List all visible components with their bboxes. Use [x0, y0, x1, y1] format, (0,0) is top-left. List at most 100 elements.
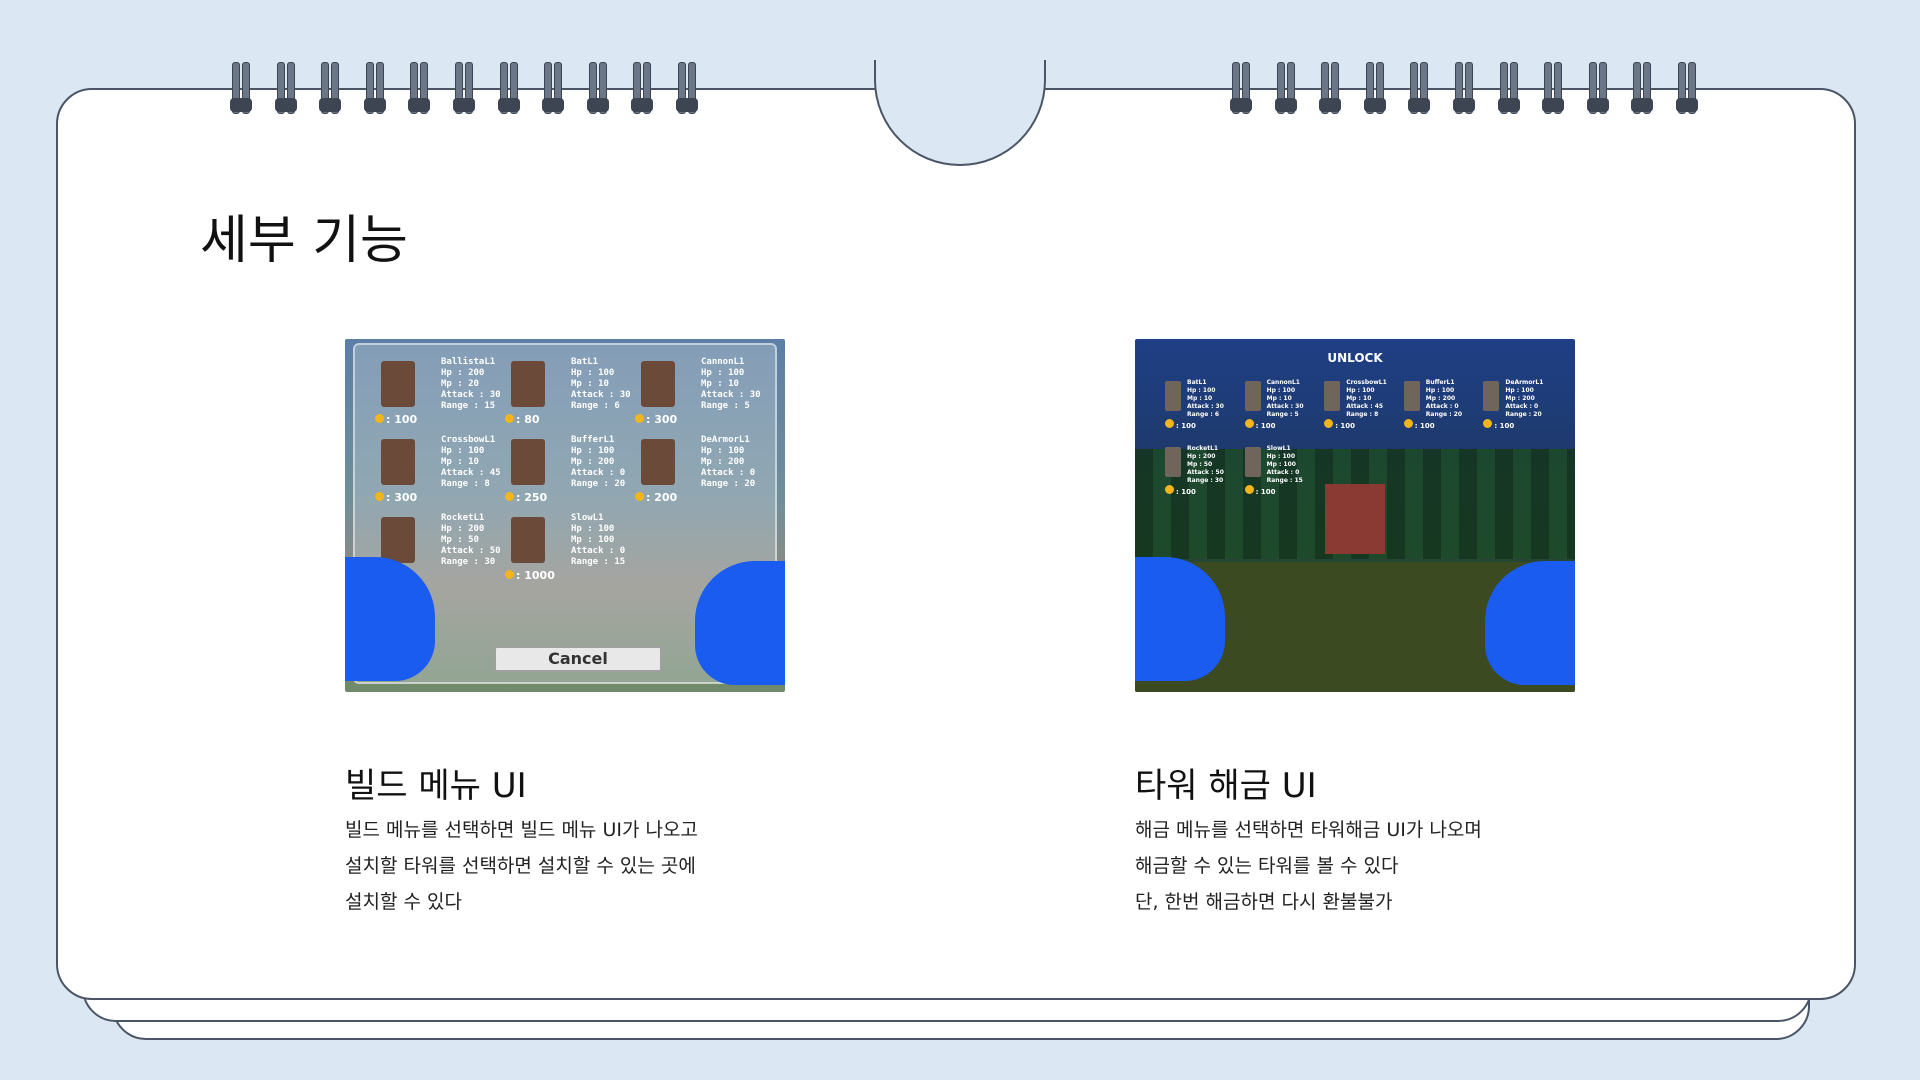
tower-option[interactable]: RocketL1 Hp : 200 Mp : 50 Attack : 50 Range …	[1165, 445, 1245, 507]
unlock-tower-grid: BatL1 Hp : 100 Mp : 10 Attack : 30 Range : 6…	[1165, 379, 1563, 507]
tower-name: RocketL1	[1187, 445, 1219, 452]
tower-option[interactable]: DeArmorL1 Hp : 100 Mp : 200 Attack : 0 Range…	[1483, 379, 1563, 441]
cancel-button[interactable]: Cancel	[494, 646, 662, 672]
tower-cost-value: : 1000	[516, 569, 555, 582]
tower-option[interactable]: CrossbowL1 Hp : 100 Mp : 10 Attack : 45 Rang…	[1324, 379, 1404, 441]
binder-ring	[271, 62, 316, 116]
tower-name: CrossbowL1	[1346, 379, 1387, 386]
tower-name: DeArmorL1	[1505, 379, 1544, 386]
binder-ring	[1226, 62, 1271, 116]
binder-ring	[1672, 62, 1717, 116]
tower-name: BufferL1	[1425, 379, 1455, 386]
binder-rings-left	[226, 62, 717, 116]
tower-attack: Attack : 0	[571, 546, 626, 556]
tower-attack: Attack : 45	[1346, 403, 1384, 410]
tower-cost: : 300	[635, 413, 677, 426]
tower-attack: Attack : 30	[1266, 403, 1304, 410]
tower-option[interactable]: SlowL1 Hp : 100 Mp : 100 Attack : 0 Range : …	[505, 513, 635, 585]
tower-stats: BufferL1 Hp : 100 Mp : 200 Attack : 0 Range …	[571, 435, 625, 490]
unlock-description: 해금 메뉴를 선택하면 타워해금 UI가 나오며 해금할 수 있는 타워를 볼 …	[1135, 812, 1482, 920]
tower-icon	[641, 439, 675, 485]
binder-ring	[627, 62, 672, 116]
build-menu-screenshot: BallistaL1 Hp : 200 Mp : 20 Attack : 30 Rang…	[345, 339, 785, 692]
binder-ring	[672, 62, 717, 116]
binder-ring	[1627, 62, 1672, 116]
tower-range: Range : 15	[571, 557, 626, 567]
tower-option[interactable]: BatL1 Hp : 100 Mp : 10 Attack : 30 Range : 6…	[505, 357, 635, 429]
tower-range: Range : 15	[441, 401, 496, 411]
tower-option[interactable]: CannonL1 Hp : 100 Mp : 10 Attack : 30 Range …	[1244, 379, 1325, 441]
binder-ring	[404, 62, 449, 116]
tower-range: Range : 8	[1346, 411, 1379, 418]
coin-icon	[1244, 419, 1254, 428]
tower-name: DeArmorL1	[701, 435, 750, 445]
tower-range: Range : 20	[701, 479, 756, 489]
tower-cost: : 200	[635, 491, 677, 504]
binder-ring	[1315, 62, 1360, 116]
tower-cost: : 100	[375, 413, 417, 426]
tower-hp: Hp : 100	[1187, 387, 1216, 394]
tower-name: BallistaL1	[441, 357, 496, 367]
tower-name: SlowL1	[1266, 445, 1291, 452]
tower-option[interactable]: CannonL1 Hp : 100 Mp : 10 Attack : 30 Range …	[635, 357, 765, 429]
tower-cost: : 100	[1165, 485, 1196, 496]
tower-stats: DeArmorL1 Hp : 100 Mp : 200 Attack : 0 Range…	[1505, 379, 1543, 419]
tower-option[interactable]: CrossbowL1 Hp : 100 Mp : 10 Attack : 45 Rang…	[375, 435, 505, 507]
description-line: 해금 메뉴를 선택하면 타워해금 UI가 나오며	[1135, 819, 1482, 841]
tower-stats: BallistaL1 Hp : 200 Mp : 20 Attack : 30 Rang…	[441, 357, 501, 412]
tower-cost-value: : 100	[1176, 488, 1196, 496]
tower-cost-value: : 100	[1494, 422, 1515, 430]
tower-hp: Hp : 100	[1266, 387, 1296, 394]
tower-option[interactable]: SlowL1 Hp : 100 Mp : 100 Attack : 0 Range : …	[1244, 445, 1325, 507]
tower-attack: Attack : 30	[1187, 403, 1224, 410]
tower-hp: Hp : 100	[701, 446, 745, 456]
tower-range: Range : 6	[571, 401, 620, 411]
tower-hp: Hp : 100	[1266, 453, 1296, 460]
tower-attack: Attack : 30	[441, 390, 501, 400]
tower-mp: Mp : 100	[571, 535, 615, 545]
tower-stats: CrossbowL1 Hp : 100 Mp : 10 Attack : 45 Rang…	[441, 435, 501, 490]
tower-attack: Attack : 0	[571, 468, 626, 478]
tower-stats: RocketL1 Hp : 200 Mp : 50 Attack : 50 Range …	[441, 513, 501, 568]
tower-option[interactable]: BufferL1 Hp : 100 Mp : 200 Attack : 0 Range …	[505, 435, 635, 507]
unlock-header: UNLOCK	[1327, 351, 1383, 365]
tower-mp: Mp : 50	[1187, 461, 1213, 468]
tower-cost: : 100	[1244, 419, 1275, 430]
tower-name: BatL1	[1187, 379, 1207, 386]
tower-mp: Mp : 10	[571, 379, 609, 389]
tower-range: Range : 5	[1266, 411, 1299, 418]
binder-ring	[226, 62, 271, 116]
tower-icon	[511, 361, 545, 407]
tower-option[interactable]: BallistaL1 Hp : 200 Mp : 20 Attack : 30 Rang…	[375, 357, 505, 429]
tower-cost-value: : 300	[646, 413, 678, 426]
tower-icon	[1483, 381, 1500, 411]
tower-hp: Hp : 100	[1425, 387, 1455, 394]
tower-cost-value: : 300	[386, 491, 418, 504]
tower-mp: Mp : 100	[1266, 461, 1296, 468]
tower-stats: BufferL1 Hp : 100 Mp : 200 Attack : 0 Range …	[1426, 379, 1462, 419]
binder-ring	[1404, 62, 1449, 116]
binder-ring	[1449, 62, 1494, 116]
tower-mp: Mp : 10	[1187, 395, 1213, 402]
tower-icon	[381, 361, 415, 407]
tower-hp: Hp : 100	[571, 524, 615, 534]
coin-icon	[1324, 419, 1334, 428]
tower-cost: : 250	[505, 491, 547, 504]
description-line: 빌드 메뉴를 선택하면 빌드 메뉴 UI가 나오고	[345, 819, 698, 841]
tower-option[interactable]: BatL1 Hp : 100 Mp : 10 Attack : 30 Range : 6…	[1165, 379, 1245, 441]
binder-ring	[1271, 62, 1316, 116]
tower-cost: : 100	[1324, 419, 1355, 430]
tower-mp: Mp : 10	[1346, 395, 1372, 402]
tower-option[interactable]: BufferL1 Hp : 100 Mp : 200 Attack : 0 Range …	[1403, 379, 1484, 441]
tower-cost-value: : 100	[1176, 422, 1196, 430]
binder-ring	[1360, 62, 1405, 116]
tower-range: Range : 5	[701, 401, 750, 411]
description-line: 해금할 수 있는 타워를 볼 수 있다	[1135, 855, 1399, 877]
tower-attack: Attack : 50	[441, 546, 501, 556]
tower-stats: CrossbowL1 Hp : 100 Mp : 10 Attack : 45 Rang…	[1346, 379, 1387, 419]
tower-option[interactable]: DeArmorL1 Hp : 100 Mp : 200 Attack : 0 Range…	[635, 435, 765, 507]
tower-name: CrossbowL1	[441, 435, 496, 445]
tower-mp: Mp : 10	[701, 379, 739, 389]
tower-icon	[511, 517, 545, 563]
tower-name: BufferL1	[571, 435, 615, 445]
